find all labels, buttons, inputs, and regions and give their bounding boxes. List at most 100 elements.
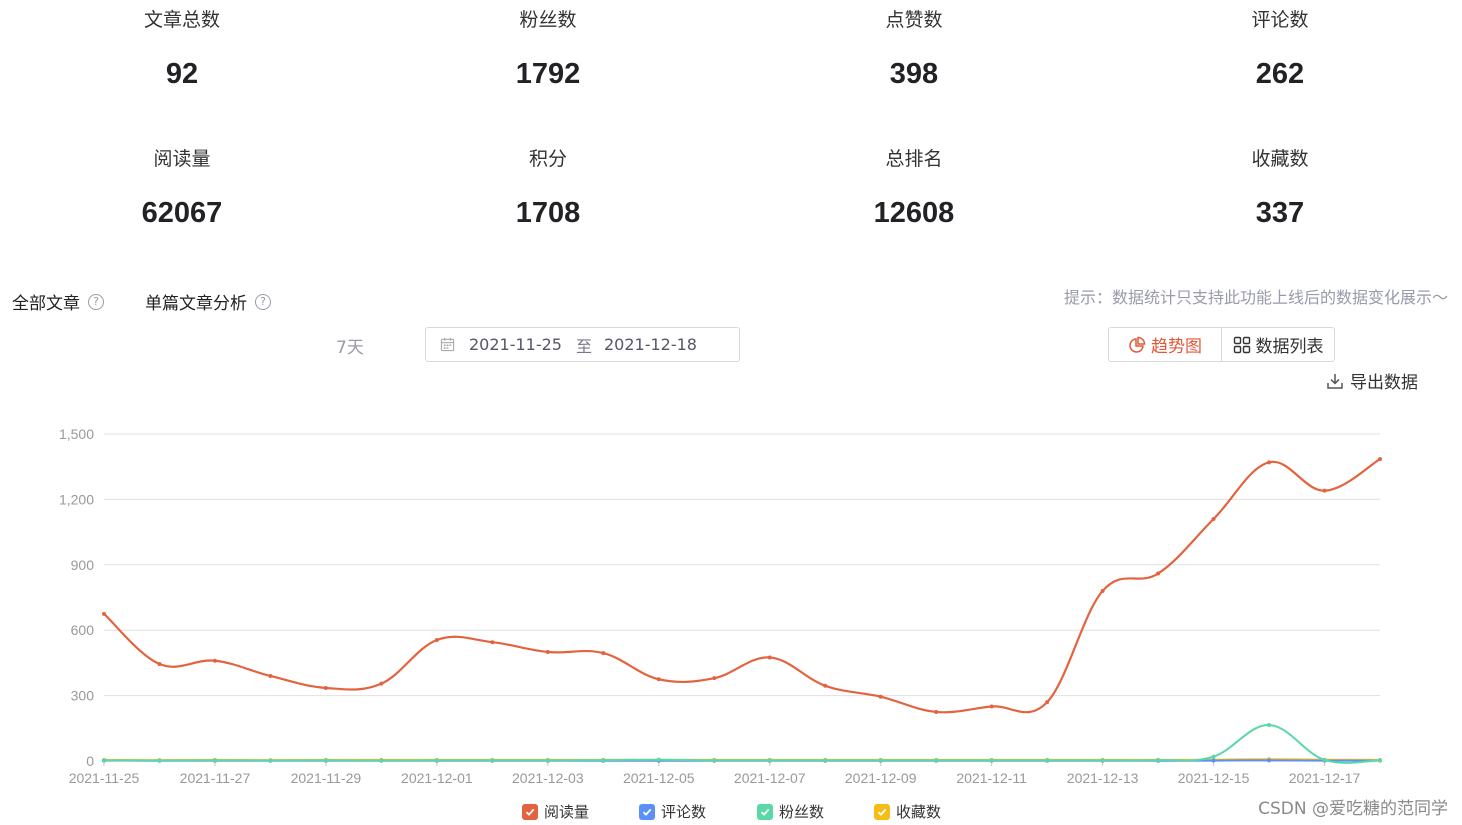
x-tick-label: 2021-12-05 xyxy=(623,770,695,786)
data-point xyxy=(1322,757,1327,762)
data-point xyxy=(1211,517,1216,522)
data-point xyxy=(379,681,384,686)
data-point xyxy=(545,650,550,654)
x-tick-label: 2021-12-07 xyxy=(734,770,806,786)
data-point xyxy=(989,704,994,709)
data-point xyxy=(878,758,883,763)
check-icon xyxy=(639,803,655,820)
data-point xyxy=(1211,754,1216,759)
x-tick-label: 2021-11-27 xyxy=(180,770,251,786)
data-point xyxy=(1378,758,1382,763)
tab-single-article-label: 单篇文章分析 xyxy=(145,294,247,314)
data-point xyxy=(268,673,273,678)
data-point xyxy=(157,661,162,666)
data-point xyxy=(490,758,495,763)
data-point xyxy=(712,758,717,763)
data-point xyxy=(823,758,828,763)
data-point xyxy=(934,709,939,714)
x-tick-label: 2021-12-13 xyxy=(1067,770,1139,786)
date-range-separator: 至 xyxy=(575,336,592,356)
data-point xyxy=(1322,488,1327,493)
x-tick-label: 2021-12-01 xyxy=(401,770,473,786)
legend-label: 评论数 xyxy=(661,803,707,821)
stat-label: 阅读量 xyxy=(153,148,211,170)
data-point xyxy=(434,638,439,643)
watermark: CSDN @爱吃糖的范同学 xyxy=(1258,799,1448,819)
data-point xyxy=(323,758,328,763)
x-tick-label: 2021-12-11 xyxy=(956,770,1027,786)
x-tick-label: 2021-11-25 xyxy=(69,770,140,786)
stat-label: 评论数 xyxy=(1251,9,1309,31)
legend-label: 阅读量 xyxy=(544,803,590,821)
tab-all-articles-label: 全部文章 xyxy=(12,294,80,314)
stat-value: 398 xyxy=(889,58,939,90)
data-point xyxy=(1100,588,1105,593)
data-point xyxy=(102,611,106,616)
date-range-start[interactable]: 2021-11-25 xyxy=(469,335,562,354)
stat-value: 1708 xyxy=(515,197,581,229)
legend-label: 粉丝数 xyxy=(779,803,825,821)
data-point xyxy=(268,758,273,763)
help-circle-icon[interactable]: ? xyxy=(88,293,104,310)
stat-card: 文章总数 92 xyxy=(62,8,302,91)
data-point xyxy=(712,676,717,681)
data-point xyxy=(1156,571,1161,576)
x-tick-label: 2021-11-29 xyxy=(291,770,362,786)
y-tick-label: 0 xyxy=(86,753,94,769)
trend-line-chart: 0 300 600 900 1,200 1,500 2021-11-25 2021-11-27… xyxy=(59,426,1382,786)
stat-label: 收藏数 xyxy=(1251,148,1309,170)
data-point xyxy=(323,685,328,690)
date-range-picker[interactable]: 2021-11-25 至 2021-12-18 xyxy=(425,327,740,362)
stat-card: 总排名 12608 xyxy=(794,147,1034,230)
data-point xyxy=(656,757,661,762)
data-point xyxy=(434,758,439,763)
check-icon xyxy=(874,803,890,820)
x-tick-label: 2021-12-15 xyxy=(1178,770,1250,786)
download-icon xyxy=(1327,373,1343,389)
stat-value: 1792 xyxy=(515,58,581,90)
range-preset[interactable]: 7天 xyxy=(336,333,364,358)
data-point xyxy=(545,758,550,763)
stat-card: 评论数 262 xyxy=(1160,8,1400,91)
export-data-button[interactable]: 导出数据 xyxy=(1326,368,1418,393)
series-line xyxy=(103,458,1381,714)
stat-label: 总排名 xyxy=(885,148,943,170)
data-point xyxy=(767,655,772,660)
date-range-end[interactable]: 2021-12-18 xyxy=(604,335,697,354)
check-icon xyxy=(757,803,773,820)
trend-view-button[interactable]: 趋势图 xyxy=(1109,328,1222,361)
check-icon xyxy=(522,803,538,820)
legend-label: 收藏数 xyxy=(896,803,942,821)
data-point xyxy=(656,677,661,682)
data-point xyxy=(1267,460,1272,465)
tab-single-article[interactable]: 单篇文章分析 ? xyxy=(145,289,271,314)
export-data-label: 导出数据 xyxy=(1350,373,1418,393)
legend-item[interactable]: 评论数 xyxy=(639,801,706,822)
stat-value: 92 xyxy=(165,58,199,90)
stat-label: 点赞数 xyxy=(885,9,943,31)
legend-item[interactable]: 阅读量 xyxy=(522,801,589,822)
data-point xyxy=(767,758,772,763)
stat-label: 粉丝数 xyxy=(519,9,577,31)
stat-value: 337 xyxy=(1255,197,1305,229)
help-circle-icon[interactable]: ? xyxy=(255,293,271,310)
legend-item[interactable]: 粉丝数 xyxy=(757,801,824,822)
data-point xyxy=(823,683,828,688)
stat-value: 12608 xyxy=(873,197,955,229)
data-point xyxy=(601,651,606,656)
stat-card: 粉丝数 1792 xyxy=(428,8,668,91)
y-tick-label: 1,500 xyxy=(59,426,94,442)
tab-all-articles[interactable]: 全部文章 ? xyxy=(12,289,104,314)
y-tick-label: 300 xyxy=(71,688,95,704)
list-view-button[interactable]: 数据列表 xyxy=(1222,328,1334,361)
data-point xyxy=(212,758,217,763)
x-tick-label: 2021-12-03 xyxy=(512,770,584,786)
data-point xyxy=(1100,758,1105,763)
stat-card: 收藏数 337 xyxy=(1160,147,1400,230)
data-point xyxy=(212,658,217,663)
legend-item[interactable]: 收藏数 xyxy=(874,801,941,822)
x-tick-label: 2021-12-17 xyxy=(1289,770,1361,786)
data-point xyxy=(601,758,606,763)
stat-card: 点赞数 398 xyxy=(794,8,1034,91)
stat-card: 积分 1708 xyxy=(428,147,668,230)
